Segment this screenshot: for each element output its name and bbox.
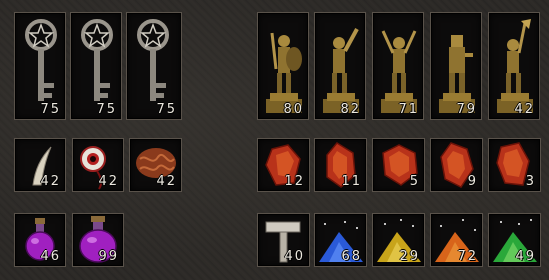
item-quantity: 12 xyxy=(284,174,305,189)
inventory-slot[interactable]: 75 xyxy=(14,12,66,120)
inventory-slot[interactable]: 72 xyxy=(430,213,483,267)
item-quantity: 99 xyxy=(98,249,119,264)
item-quantity: 11 xyxy=(341,174,362,189)
item-quantity: 75 xyxy=(156,102,177,117)
item-quantity: 42 xyxy=(40,174,61,189)
item-quantity: 75 xyxy=(96,102,117,117)
item-quantity: 40 xyxy=(284,249,305,264)
inventory-slot[interactable]: 42 xyxy=(488,12,540,120)
inventory-slot[interactable]: 5 xyxy=(372,138,425,192)
inventory-slot[interactable]: 42 xyxy=(72,138,124,192)
inventory-slot[interactable]: 82 xyxy=(314,12,366,120)
item-quantity: 72 xyxy=(457,249,478,264)
item-quantity: 46 xyxy=(40,249,61,264)
inventory-slot[interactable]: 12 xyxy=(257,138,310,192)
item-quantity: 42 xyxy=(98,174,119,189)
inventory-slot[interactable]: 68 xyxy=(314,213,367,267)
item-quantity: 42 xyxy=(514,102,535,117)
item-quantity: 42 xyxy=(156,174,177,189)
item-quantity: 68 xyxy=(341,249,362,264)
inventory-slot[interactable]: 99 xyxy=(72,213,124,267)
item-quantity: 75 xyxy=(40,102,61,117)
inventory-slot[interactable]: 79 xyxy=(430,12,482,120)
inventory-slot[interactable]: 29 xyxy=(372,213,425,267)
item-quantity: 5 xyxy=(409,174,420,189)
inventory-slot[interactable]: 46 xyxy=(14,213,66,267)
inventory-slot[interactable]: 49 xyxy=(488,213,541,267)
inventory-slot[interactable]: 3 xyxy=(488,138,541,192)
inventory-slot[interactable]: 9 xyxy=(430,138,483,192)
inventory-slot[interactable]: 40 xyxy=(257,213,310,267)
inventory-slot[interactable]: 75 xyxy=(126,12,182,120)
inventory-slot[interactable]: 80 xyxy=(257,12,309,120)
item-quantity: 3 xyxy=(525,174,536,189)
inventory-slot[interactable]: 75 xyxy=(70,12,122,120)
inventory-slot[interactable]: 11 xyxy=(314,138,367,192)
item-quantity: 9 xyxy=(467,174,478,189)
inventory-slot[interactable]: 42 xyxy=(14,138,66,192)
item-quantity: 80 xyxy=(283,102,304,117)
stash-grid: 75 75 75 80 82 71 79 42 42 42 42 12 11 5… xyxy=(0,0,549,280)
item-quantity: 29 xyxy=(399,249,420,264)
inventory-slot[interactable]: 42 xyxy=(129,138,182,192)
item-quantity: 49 xyxy=(515,249,536,264)
item-quantity: 71 xyxy=(398,102,419,117)
item-quantity: 82 xyxy=(340,102,361,117)
item-quantity: 79 xyxy=(456,102,477,117)
inventory-slot[interactable]: 71 xyxy=(372,12,424,120)
